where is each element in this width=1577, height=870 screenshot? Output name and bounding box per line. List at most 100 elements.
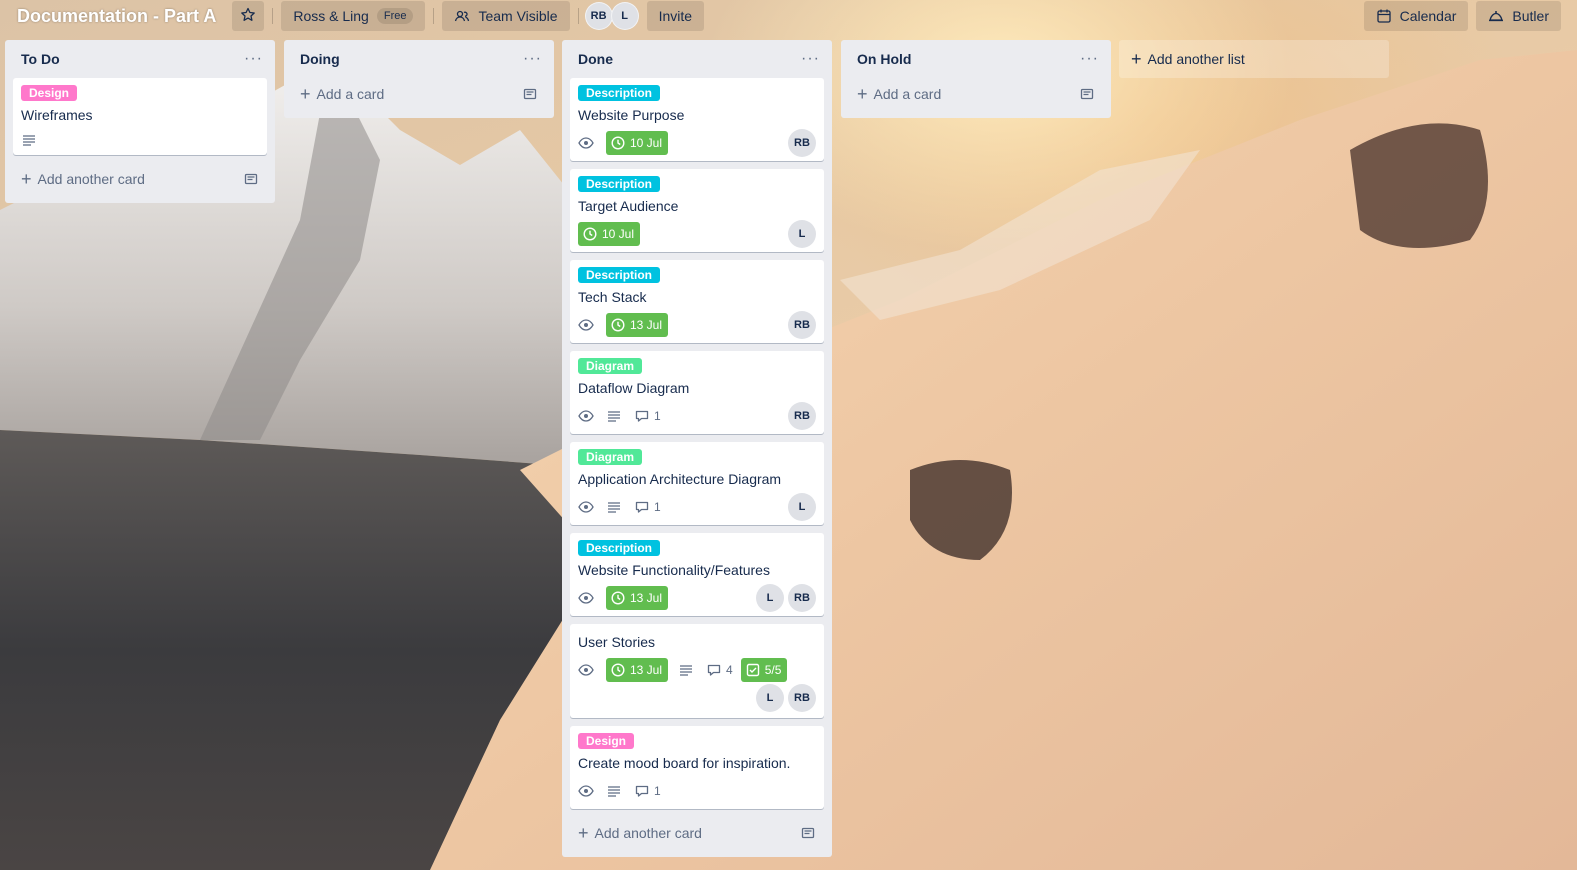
ellipsis-icon[interactable]: ··· <box>244 51 263 67</box>
header-separator <box>433 8 435 24</box>
board-title[interactable]: Documentation - Part A <box>17 6 216 27</box>
ellipsis-icon[interactable]: ··· <box>523 51 542 67</box>
due-date-badge[interactable]: 13 Jul <box>606 658 669 682</box>
due-date-badge[interactable]: 10 Jul <box>578 222 641 246</box>
card-template-icon[interactable] <box>1079 86 1095 102</box>
checklist-count: 5/5 <box>764 663 782 677</box>
list-title[interactable]: Done <box>578 51 613 67</box>
list-header[interactable]: Done ··· <box>570 40 824 78</box>
card-title: Website Purpose <box>578 107 685 123</box>
add-card-label: Add another card <box>37 171 145 187</box>
board-members: RB L <box>584 2 639 30</box>
card[interactable]: Description Website Purpose 10 Jul RB <box>570 78 824 161</box>
card-label[interactable]: Description <box>578 540 661 556</box>
card[interactable]: Description Tech Stack 13 Jul RB <box>570 260 824 343</box>
add-card-button[interactable]: + Add another card <box>13 163 267 195</box>
board-header: Documentation - Part A Ross & Ling Free … <box>0 0 1577 32</box>
due-date-badge[interactable]: 13 Jul <box>606 586 669 610</box>
add-card-label: Add a card <box>316 86 385 102</box>
member-avatar[interactable]: L <box>788 493 816 521</box>
comment-badge: 4 <box>706 662 733 678</box>
list-header[interactable]: On Hold ··· <box>849 40 1103 78</box>
card[interactable]: Description Website Functionality/Featur… <box>570 533 824 616</box>
card-title: Tech Stack <box>578 289 647 305</box>
card-badges: 13 Jul L RB <box>578 584 816 612</box>
add-list-button[interactable]: + Add another list <box>1119 40 1389 78</box>
ellipsis-icon[interactable]: ··· <box>801 51 820 67</box>
add-card-button[interactable]: + Add another card <box>570 817 824 849</box>
clock-icon <box>610 135 626 151</box>
card-badges: 1 L <box>578 493 816 521</box>
comment-badge: 1 <box>634 408 661 424</box>
add-card-button[interactable]: + Add a card <box>292 78 546 110</box>
star-button[interactable] <box>232 1 265 31</box>
card-label[interactable]: Diagram <box>578 358 643 374</box>
calendar-icon <box>1376 8 1392 24</box>
member-avatar[interactable]: RB <box>788 584 816 612</box>
card-badges: 13 Jul RB <box>578 311 816 339</box>
calendar-button[interactable]: Calendar <box>1363 1 1469 31</box>
card-members: L RB <box>752 584 816 612</box>
due-date: 13 Jul <box>630 663 663 677</box>
card-title: User Stories <box>578 634 656 650</box>
workspace-name: Ross & Ling <box>293 8 369 24</box>
card[interactable]: Diagram Dataflow Diagram 1 RB <box>570 351 824 434</box>
list-header[interactable]: To Do ··· <box>13 40 267 78</box>
add-card-label: Add another card <box>594 825 702 841</box>
member-avatar[interactable]: RB <box>788 129 816 157</box>
card-label[interactable]: Design <box>578 733 635 749</box>
member-avatar[interactable]: RB <box>788 402 816 430</box>
eye-icon <box>578 317 594 333</box>
card[interactable]: Design Wireframes <box>13 78 267 155</box>
member-avatar[interactable]: RB <box>788 311 816 339</box>
comment-count: 1 <box>654 409 661 423</box>
member-avatar[interactable]: L <box>610 2 639 30</box>
card-title: Create mood board for inspiration. <box>578 755 791 771</box>
plus-icon: + <box>300 84 311 104</box>
card[interactable]: Design Create mood board for inspiration… <box>570 726 824 809</box>
list-title[interactable]: Doing <box>300 51 340 67</box>
invite-button[interactable]: Invite <box>646 1 705 31</box>
workspace-button[interactable]: Ross & Ling Free <box>281 1 426 31</box>
list-header[interactable]: Doing ··· <box>292 40 546 78</box>
member-avatar[interactable]: L <box>756 584 784 612</box>
star-icon <box>240 7 256 26</box>
eye-icon <box>578 135 594 151</box>
list-done: Done ··· Description Website Purpose 10 … <box>562 40 832 857</box>
card-template-icon[interactable] <box>800 825 816 841</box>
card[interactable]: User Stories 13 Jul 4 5/5 L RB <box>570 624 824 718</box>
ellipsis-icon[interactable]: ··· <box>1080 51 1099 67</box>
due-date-badge[interactable]: 10 Jul <box>606 131 669 155</box>
card[interactable]: Description Target Audience 10 Jul L <box>570 169 824 252</box>
member-avatar[interactable]: RB <box>584 2 613 30</box>
member-avatar[interactable]: L <box>756 684 784 712</box>
card-title: Website Functionality/Features <box>578 562 770 578</box>
card-label[interactable]: Design <box>21 85 78 101</box>
add-list-label: Add another list <box>1147 51 1245 67</box>
card[interactable]: Diagram Application Architecture Diagram… <box>570 442 824 525</box>
comment-icon <box>634 499 650 515</box>
due-date-badge[interactable]: 13 Jul <box>606 313 669 337</box>
card-template-icon[interactable] <box>522 86 538 102</box>
card-label[interactable]: Diagram <box>578 449 643 465</box>
due-date: 10 Jul <box>630 136 663 150</box>
card-label[interactable]: Description <box>578 85 661 101</box>
card-template-icon[interactable] <box>243 171 259 187</box>
list-title[interactable]: On Hold <box>857 51 911 67</box>
member-avatar[interactable]: RB <box>788 684 816 712</box>
card-members: L RB <box>578 684 816 714</box>
add-card-label: Add a card <box>873 86 942 102</box>
member-avatar[interactable]: L <box>788 220 816 248</box>
visibility-button[interactable]: Team Visible <box>442 1 570 31</box>
add-card-button[interactable]: + Add a card <box>849 78 1103 110</box>
card-label[interactable]: Description <box>578 267 661 283</box>
butler-button[interactable]: Butler <box>1476 1 1561 31</box>
card-label[interactable]: Description <box>578 176 661 192</box>
list-title[interactable]: To Do <box>21 51 60 67</box>
clock-icon <box>610 317 626 333</box>
list-to-do: To Do ··· Design Wireframes + Add anothe… <box>5 40 275 203</box>
plus-icon: + <box>857 84 868 104</box>
due-date: 13 Jul <box>630 318 663 332</box>
card-title: Target Audience <box>578 198 679 214</box>
comment-count: 4 <box>726 663 733 677</box>
